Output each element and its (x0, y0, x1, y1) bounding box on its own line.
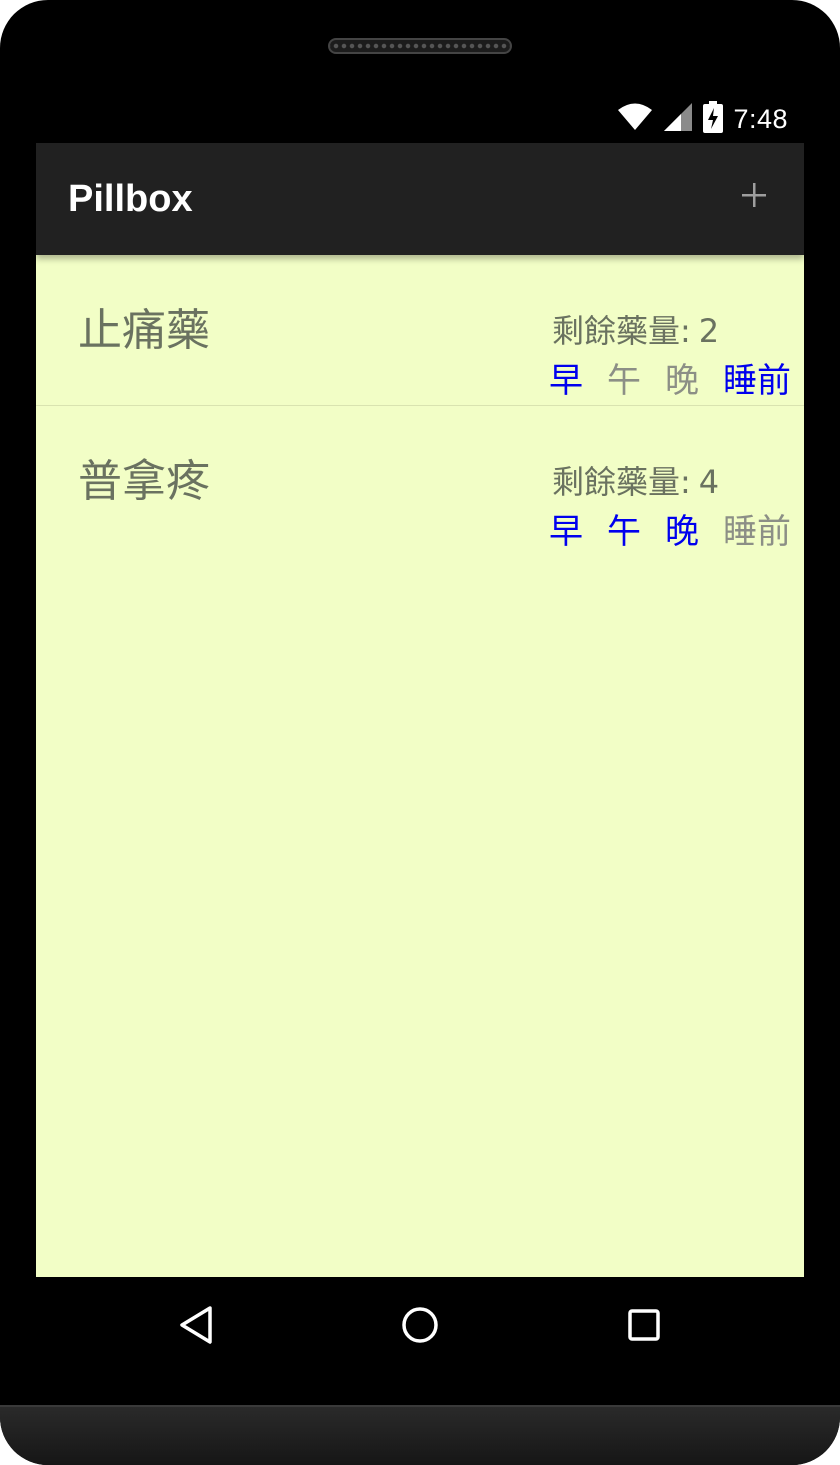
earpiece-speaker (328, 38, 512, 54)
recents-icon (626, 1307, 662, 1347)
medication-item[interactable]: 止痛藥 剩餘藥量: 2 早 午 晚 睡前 (36, 255, 804, 406)
add-button[interactable] (734, 177, 774, 217)
phone-bottom-bezel (0, 1405, 840, 1465)
back-button[interactable] (172, 1303, 220, 1351)
slot-bedtime[interactable]: 睡前 (723, 510, 791, 554)
remaining-count: 4 (698, 463, 720, 501)
medication-item[interactable]: 普拿疼 剩餘藥量: 4 早 午 晚 睡前 (36, 406, 804, 556)
home-button[interactable] (396, 1303, 444, 1351)
slot-morning[interactable]: 早 (549, 510, 583, 554)
recents-button[interactable] (620, 1303, 668, 1351)
dose-schedule: 早 午 晚 睡前 (549, 510, 791, 554)
phone-frame: 7:48 Pillbox 止痛藥 剩餘藥量: 2 早 午 晚 睡前 普拿疼 剩餘… (0, 0, 840, 1465)
plus-icon (741, 182, 767, 212)
slot-bedtime[interactable]: 睡前 (723, 359, 791, 403)
back-icon (178, 1305, 214, 1349)
slot-evening[interactable]: 晚 (665, 510, 699, 554)
remaining-label: 剩餘藥量: (552, 463, 691, 501)
status-bar: 7:48 (36, 95, 804, 143)
medication-name: 普拿疼 (78, 456, 210, 507)
slot-noon[interactable]: 午 (607, 359, 641, 403)
slot-morning[interactable]: 早 (549, 359, 583, 403)
slot-evening[interactable]: 晚 (665, 359, 699, 403)
remaining-amount: 剩餘藥量: 4 (552, 462, 719, 502)
app-screen: Pillbox 止痛藥 剩餘藥量: 2 早 午 晚 睡前 普拿疼 剩餘藥量: 4… (36, 143, 804, 1277)
slot-noon[interactable]: 午 (607, 510, 641, 554)
medication-list: 止痛藥 剩餘藥量: 2 早 午 晚 睡前 普拿疼 剩餘藥量: 4 早 午 晚 睡前 (36, 255, 804, 556)
medication-name: 止痛藥 (78, 305, 210, 356)
status-time: 7:48 (733, 103, 788, 134)
battery-charging-icon (703, 101, 724, 137)
dose-schedule: 早 午 晚 睡前 (549, 359, 791, 403)
wifi-icon (617, 103, 653, 135)
remaining-amount: 剩餘藥量: 2 (552, 311, 719, 351)
app-bar: Pillbox (36, 143, 804, 255)
app-title: Pillbox (68, 178, 193, 220)
remaining-label: 剩餘藥量: (552, 312, 691, 350)
remaining-count: 2 (698, 312, 720, 350)
signal-icon (663, 102, 693, 136)
status-icons: 7:48 (617, 101, 788, 137)
home-icon (400, 1305, 440, 1349)
navigation-bar (36, 1277, 804, 1373)
